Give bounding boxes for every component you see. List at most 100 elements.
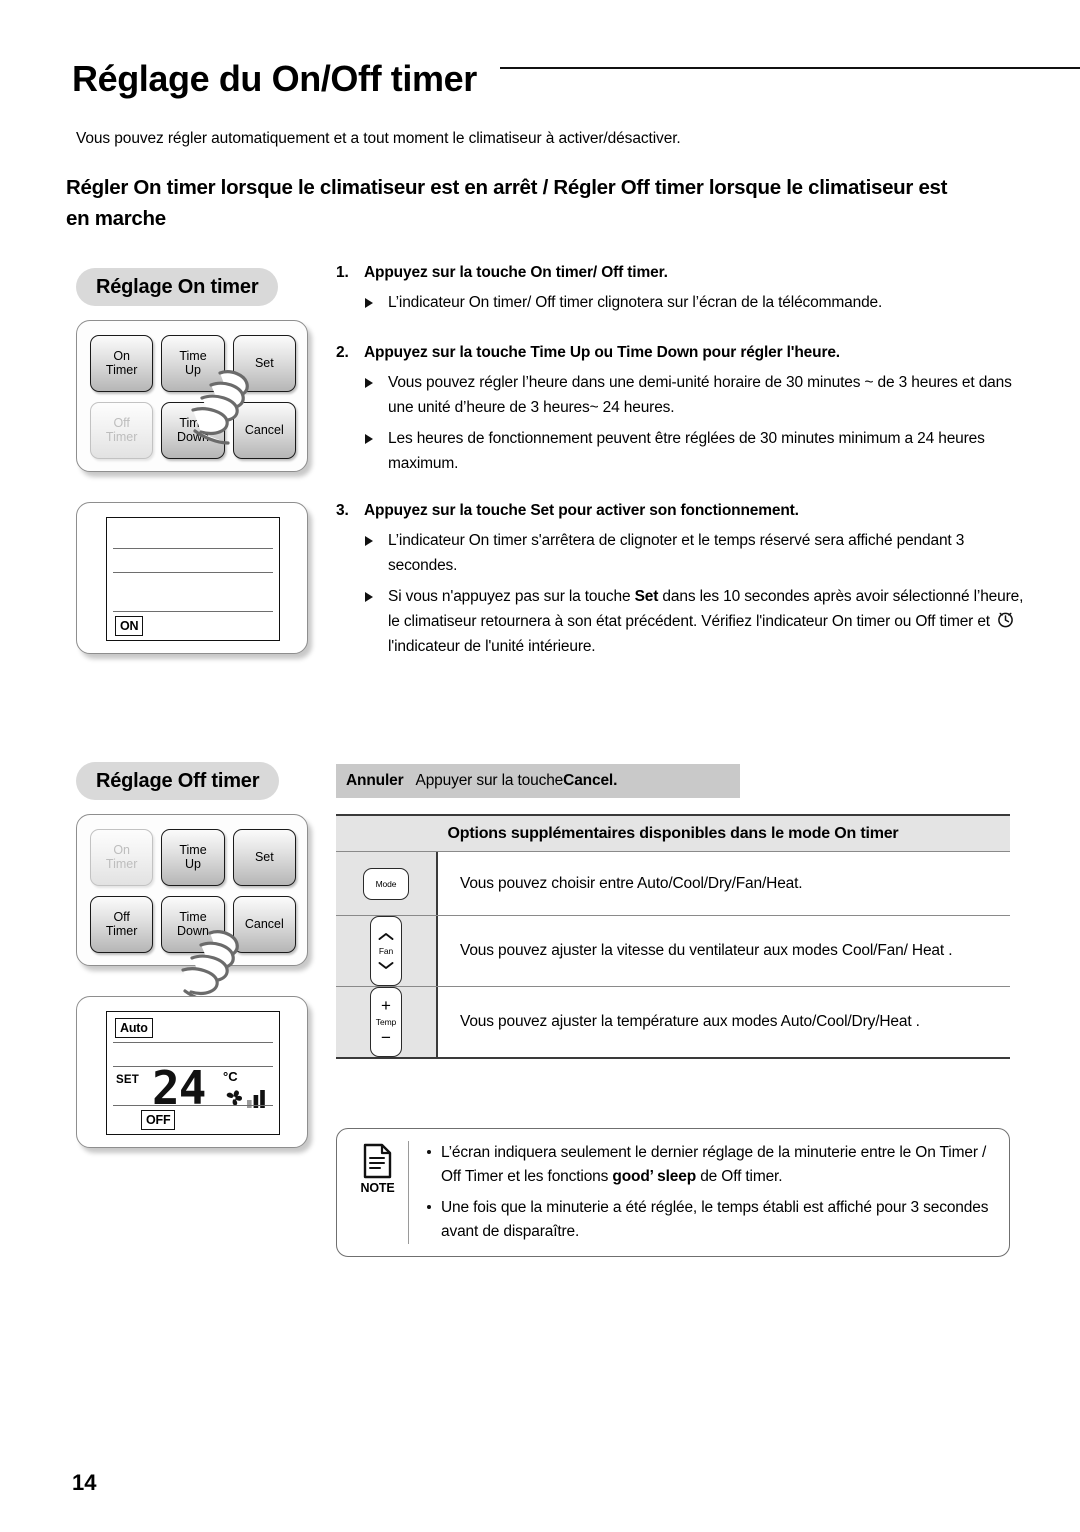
remote-button-off-timer[interactable]: Off Timer [90, 896, 154, 953]
remote-button-cancel[interactable]: Cancel [232, 402, 296, 459]
note-text-bold: good’ sleep [612, 1168, 697, 1185]
step-bullet: Les heures de fonctionnement peuvent êtr… [336, 426, 1026, 476]
step-3: 3. Appuyez sur la touche Set pour active… [336, 500, 1026, 659]
cancel-button-name: Cancel. [563, 772, 618, 789]
remote-button-line1: Time [179, 910, 207, 924]
options-icon-cell: Mode [336, 852, 438, 915]
step-2: 2. Appuyez sur la touche Time Up ou Time… [336, 342, 1026, 476]
lcd-temperature-unit: °C [223, 1069, 238, 1084]
remote-button-off-timer[interactable]: Off Timer [90, 402, 154, 459]
note-text-after: de Off timer. [696, 1168, 783, 1185]
plus-icon: + [381, 996, 391, 1015]
remote-button-line1: Time [179, 843, 207, 857]
title-rule [500, 67, 1080, 69]
remote-button-time-down[interactable]: Time Down [161, 402, 225, 459]
step-bullet-text: L’indicateur On timer s'arrêtera de clig… [388, 532, 965, 574]
mode-button[interactable]: Mode [363, 867, 409, 900]
bullet-text-before: Si vous n'appuyez pas sur la touche [388, 588, 635, 605]
lcd-screen: ON [106, 517, 280, 641]
temperature-button[interactable]: + Temp − [370, 987, 402, 1057]
chevron-down-icon [378, 962, 394, 969]
remote-button-line2: Down [177, 429, 209, 444]
lcd-badge-off: OFF [141, 1110, 176, 1130]
fan-speed-button[interactable]: Fan [370, 916, 402, 986]
lcd-divider [113, 611, 273, 613]
step-bullet: Vous pouvez régler l’heure dans une demi… [336, 370, 1026, 420]
step-bullet-text: L’indicateur On timer/ Off timer clignot… [388, 294, 883, 311]
bullet-dot-icon [427, 1205, 431, 1209]
page-number: 14 [72, 1470, 97, 1495]
lcd-badge-on: ON [115, 616, 144, 636]
remote-button-line1: Time [179, 416, 207, 430]
lcd-set-label: SET [116, 1074, 139, 1086]
remote-button-on-timer[interactable]: On Timer [90, 335, 154, 392]
remote-button-grid: On Timer Time Up Set Off Timer Time Down… [90, 829, 296, 953]
remote-button-grid: On Timer Time Up Set Off Timer Time Down… [90, 335, 296, 459]
table-row: Mode Vous pouvez choisir entre Auto/Cool… [336, 852, 1010, 916]
remote-button-line1: Set [254, 849, 274, 864]
remote-button-cancel[interactable]: Cancel [232, 896, 296, 953]
step-number: 3. [336, 502, 349, 519]
options-icon-cell: + Temp − [336, 987, 438, 1057]
remote-button-line2: Up [185, 362, 201, 377]
options-icon-cell: Fan [336, 916, 438, 986]
remote-button-set[interactable]: Set [232, 829, 296, 886]
remote-button-line2: Up [185, 856, 201, 871]
step-bullet: L’indicateur On timer s'arrêtera de clig… [336, 528, 1026, 578]
remote-button-line1: Time [179, 349, 207, 363]
cancel-label: Annuler [346, 772, 404, 789]
step-heading: 2. Appuyez sur la touche Time Up ou Time… [336, 342, 1026, 364]
remote-button-time-down[interactable]: Time Down [161, 896, 225, 953]
note-item: Une fois que la minuterie a été réglée, … [425, 1196, 995, 1244]
lcd-divider [113, 548, 273, 550]
bullet-dot-icon [427, 1150, 431, 1154]
remote-button-line2: Timer [105, 923, 138, 938]
step-bullet: L’indicateur On timer/ Off timer clignot… [336, 290, 1026, 315]
chevron-up-icon [378, 933, 394, 940]
mode-button-label: Mode [375, 878, 397, 889]
remote-button-line1: Cancel [244, 916, 284, 931]
step-heading-text: Appuyez sur la touche Set pour activer s… [364, 502, 799, 519]
note-text-before: Une fois que la minuterie a été réglée, … [441, 1199, 989, 1240]
cancel-instruction-bar: Annuler Appuyer sur la touche Cancel. [336, 764, 740, 798]
cancel-instruction-text: Appuyer sur la touche [415, 772, 564, 789]
step-bullet-text: Les heures de fonctionnement peuvent êtr… [388, 430, 985, 472]
lcd-divider [113, 1042, 273, 1044]
page-header: Réglage du On/Off timer [0, 55, 1080, 115]
step-heading: 3. Appuyez sur la touche Set pour active… [336, 500, 1026, 522]
remote-panel-on-timer: On Timer Time Up Set Off Timer Time Down… [76, 320, 308, 472]
triangle-bullet-icon [365, 536, 373, 546]
triangle-bullet-icon [365, 298, 373, 308]
note-icon-column: NOTE [347, 1141, 409, 1244]
options-table-header: Options supplémentaires disponibles dans… [336, 814, 1010, 852]
table-row: Fan Vous pouvez ajuster la vitesse du ve… [336, 916, 1010, 987]
remote-button-time-up[interactable]: Time Up [161, 335, 225, 392]
lcd-display-card-off-timer: Auto SET 24 °C OFF [76, 996, 308, 1148]
remote-button-line1: Off [113, 416, 130, 430]
step-bullet-text: Vous pouvez régler l’heure dans une demi… [388, 374, 1012, 416]
temp-button-label: Temp [375, 1017, 397, 1027]
page-title: Réglage du On/Off timer [72, 58, 477, 99]
section-header-off-timer: Réglage Off timer [76, 762, 280, 800]
lcd-screen: Auto SET 24 °C OFF [106, 1011, 280, 1135]
remote-button-on-timer[interactable]: On Timer [90, 829, 154, 886]
triangle-bullet-icon [365, 434, 373, 444]
remote-panel-off-timer: On Timer Time Up Set Off Timer Time Down… [76, 814, 308, 1005]
remote-button-line1: On [113, 349, 130, 363]
options-description: Vous pouvez ajuster la température aux m… [438, 987, 1010, 1057]
remote-button-set[interactable]: Set [232, 335, 296, 392]
remote-button-line1: Set [254, 355, 274, 370]
note-item: L’écran indiquera seulement le dernier r… [425, 1141, 995, 1189]
note-box: NOTE L’écran indiquera seulement le dern… [336, 1128, 1010, 1257]
section-header-on-timer: Réglage On timer [76, 268, 279, 306]
remote-button-time-up[interactable]: Time Up [161, 829, 225, 886]
step-heading-text: Appuyez sur la touche On timer/ Off time… [364, 264, 668, 281]
note-label: NOTE [360, 1181, 395, 1195]
section-subtitle: Régler On timer lorsque le climatiseur e… [66, 176, 948, 230]
lcd-divider [113, 572, 273, 574]
remote-button-line2: Timer [105, 362, 138, 377]
remote-button-line1: Cancel [244, 422, 284, 437]
triangle-bullet-icon [365, 592, 373, 602]
step-number: 2. [336, 344, 349, 361]
lcd-temperature-value: 24 [152, 1061, 206, 1115]
